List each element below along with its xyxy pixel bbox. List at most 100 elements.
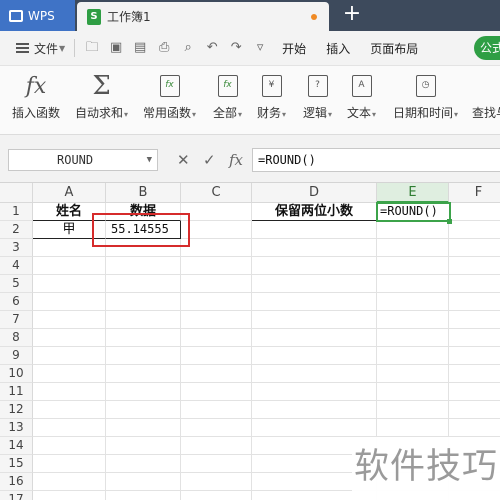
grid-cell[interactable] [181,347,252,365]
grid-cell[interactable] [106,275,181,293]
grid-cell[interactable] [252,221,377,239]
grid-cell[interactable] [252,293,377,311]
grid-cell[interactable] [33,383,106,401]
grid-cell[interactable] [181,293,252,311]
grid-cell[interactable] [106,293,181,311]
column-header-c[interactable]: C [181,183,252,203]
grid-cell[interactable] [106,491,181,500]
date-time-button[interactable]: ◷ 日期和时间▾ [393,72,458,121]
chevron-down-icon[interactable]: ▼ [147,150,152,170]
grid-cell[interactable] [181,419,252,437]
grid-cell[interactable] [181,275,252,293]
grid-cell[interactable] [33,275,106,293]
row-header[interactable]: 10 [0,365,33,383]
cell-e1-active[interactable]: =ROUND() [376,202,451,222]
grid-cell[interactable] [181,401,252,419]
row-header[interactable]: 2 [0,221,33,239]
grid-cell[interactable] [181,239,252,257]
grid-cell[interactable] [33,437,106,455]
grid-cell[interactable] [33,401,106,419]
common-functions-button[interactable]: fx 常用函数▾ [143,72,196,121]
grid-cell[interactable] [106,365,181,383]
grid-cell[interactable] [181,203,252,221]
grid-cell[interactable] [252,401,377,419]
grid-cell[interactable] [33,365,106,383]
menu-insert[interactable]: 插入 [316,40,360,57]
row-header[interactable]: 17 [0,491,33,500]
grid-cell[interactable] [33,491,106,500]
grid-cell[interactable] [181,473,252,491]
row-header[interactable]: 16 [0,473,33,491]
grid-cell[interactable] [449,419,500,437]
grid-cell[interactable] [106,455,181,473]
text-functions-button[interactable]: A 文本▾ [347,72,376,121]
row-header[interactable]: 9 [0,347,33,365]
row-header[interactable]: 3 [0,239,33,257]
grid-cell[interactable] [377,419,449,437]
grid-cell[interactable] [377,221,449,239]
print-icon[interactable]: ⎙ [155,39,173,57]
confirm-check-icon[interactable]: ✓ [203,149,216,171]
menu-home[interactable]: 开始 [272,40,316,57]
grid-cell[interactable] [106,347,181,365]
row-header[interactable]: 6 [0,293,33,311]
grid-cell[interactable] [377,275,449,293]
grid-cell[interactable] [377,329,449,347]
grid-cell[interactable] [449,401,500,419]
undo-icon[interactable]: ↶ [203,39,221,57]
lookup-button[interactable]: 查找与 [472,72,500,121]
grid-cell[interactable] [33,455,106,473]
grid-cell[interactable] [33,311,106,329]
menu-formulas[interactable]: 公式 [474,36,500,60]
grid-cell[interactable] [449,311,500,329]
grid-cell[interactable] [181,383,252,401]
grid-cell[interactable] [449,239,500,257]
grid-cell[interactable] [106,383,181,401]
grid-cell[interactable] [33,329,106,347]
new-tab-icon[interactable]: + [340,3,364,27]
grid-cell[interactable] [377,365,449,383]
grid-cell[interactable] [252,419,377,437]
grid-cell[interactable] [33,473,106,491]
column-header-f[interactable]: F [449,183,500,203]
grid-cell[interactable] [449,293,500,311]
grid-cell[interactable] [252,365,377,383]
row-header[interactable]: 12 [0,401,33,419]
financial-button[interactable]: ¥ 财务▾ [257,72,286,121]
grid-cell[interactable] [449,203,500,221]
grid-cell[interactable] [106,437,181,455]
grid-cell[interactable] [377,383,449,401]
grid-cell[interactable] [33,347,106,365]
logical-button[interactable]: ? 逻辑▾ [303,72,332,121]
grid-cell[interactable] [106,329,181,347]
row-header[interactable]: 11 [0,383,33,401]
grid-cell[interactable] [449,221,500,239]
insert-function-button[interactable]: fx 插入函数 [12,72,60,121]
column-header-e[interactable]: E [377,183,449,203]
file-menu-button[interactable]: 文件 ▼ [0,35,69,61]
grid-cell[interactable] [377,293,449,311]
grid-cell[interactable] [106,419,181,437]
grid-cell[interactable] [181,329,252,347]
save-icon[interactable]: ▣ [107,39,125,57]
grid-cell[interactable] [252,329,377,347]
grid-cell[interactable] [181,491,252,500]
grid-cell[interactable] [449,275,500,293]
grid-cell[interactable] [449,257,500,275]
grid-cell[interactable] [181,455,252,473]
name-box[interactable]: ROUND ▼ [8,149,158,171]
grid-cell[interactable] [33,419,106,437]
grid-cell[interactable] [106,257,181,275]
tab-workbook[interactable]: S 工作簿1 [77,2,329,31]
grid-cell[interactable] [449,329,500,347]
row-header[interactable]: 15 [0,455,33,473]
grid-cell[interactable] [377,401,449,419]
row-header[interactable]: 5 [0,275,33,293]
grid-cell[interactable] [181,365,252,383]
grid-cell[interactable] [449,347,500,365]
grid-cell[interactable] [33,257,106,275]
row-header[interactable]: 14 [0,437,33,455]
grid-cell[interactable] [181,257,252,275]
grid-cell[interactable] [377,311,449,329]
redo-icon[interactable]: ↷ [227,39,245,57]
